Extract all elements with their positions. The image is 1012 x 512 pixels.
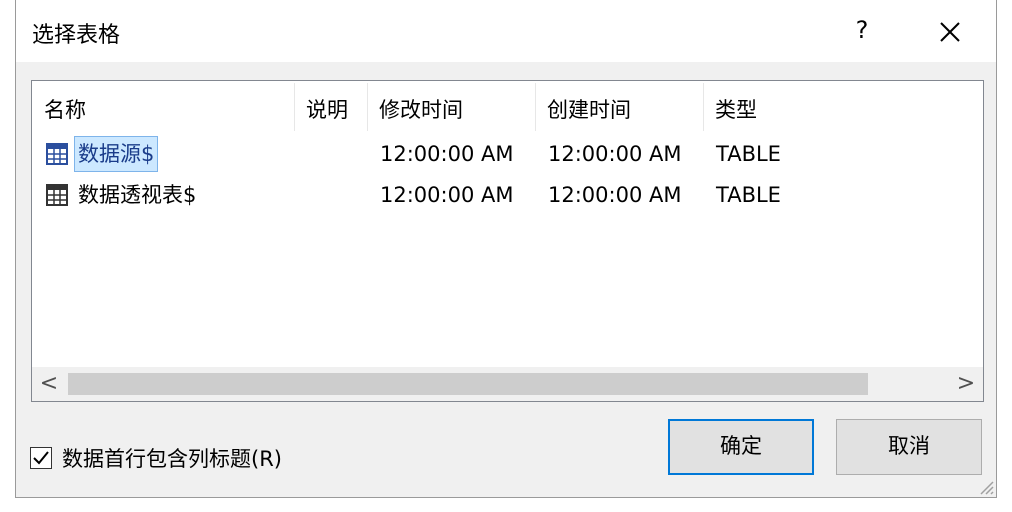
scroll-right-button[interactable]: > — [949, 367, 983, 401]
row-name[interactable]: 数据源$ — [74, 136, 159, 172]
resize-grip-icon[interactable] — [978, 479, 994, 495]
column-header-created[interactable]: 创建时间 — [535, 89, 703, 135]
cancel-button[interactable]: 取消 — [836, 419, 982, 475]
table-list[interactable]: 名称 说明 修改时间 创建时间 类型 数据源$ 12:00:00 AM 12:0… — [31, 80, 984, 402]
column-header-type[interactable]: 类型 — [703, 89, 823, 135]
row-type: TABLE — [716, 183, 781, 207]
checkmark-icon — [33, 451, 49, 465]
column-header-description[interactable]: 说明 — [294, 89, 367, 135]
row-type: TABLE — [716, 142, 781, 166]
table-row[interactable]: 数据源$ 12:00:00 AM 12:00:00 AM TABLE — [32, 134, 983, 174]
scrollbar-thumb[interactable] — [68, 373, 868, 395]
row-modified-time: 12:00:00 AM — [380, 142, 514, 166]
table-row[interactable]: 数据透视表$ 12:00:00 AM 12:00:00 AM TABLE — [32, 175, 983, 215]
row-name[interactable]: 数据透视表$ — [78, 175, 196, 215]
dialog-title: 选择表格 — [32, 23, 121, 48]
help-button[interactable]: ? — [846, 14, 878, 46]
select-table-dialog: 选择表格 ? 名称 说明 修改时间 创建时间 类型 数据源$ 12:00:00 … — [15, 0, 997, 498]
column-header-name[interactable]: 名称 — [32, 89, 294, 135]
table-grid-icon — [46, 184, 68, 206]
ok-button[interactable]: 确定 — [668, 419, 814, 475]
title-bar: 选择表格 ? — [16, 0, 996, 62]
column-header-modified[interactable]: 修改时间 — [367, 89, 535, 135]
scroll-left-button[interactable]: < — [32, 367, 66, 401]
row-modified-time: 12:00:00 AM — [380, 183, 514, 207]
horizontal-scrollbar[interactable]: < > — [32, 367, 983, 401]
row-created-time: 12:00:00 AM — [548, 183, 682, 207]
row-created-time: 12:00:00 AM — [548, 142, 682, 166]
close-button[interactable] — [932, 14, 968, 50]
header-row-checkbox-label[interactable]: 数据首行包含列标题(R) — [62, 443, 282, 473]
close-icon — [940, 22, 960, 42]
header-row-checkbox[interactable] — [30, 447, 52, 469]
table-grid-icon — [46, 143, 68, 165]
